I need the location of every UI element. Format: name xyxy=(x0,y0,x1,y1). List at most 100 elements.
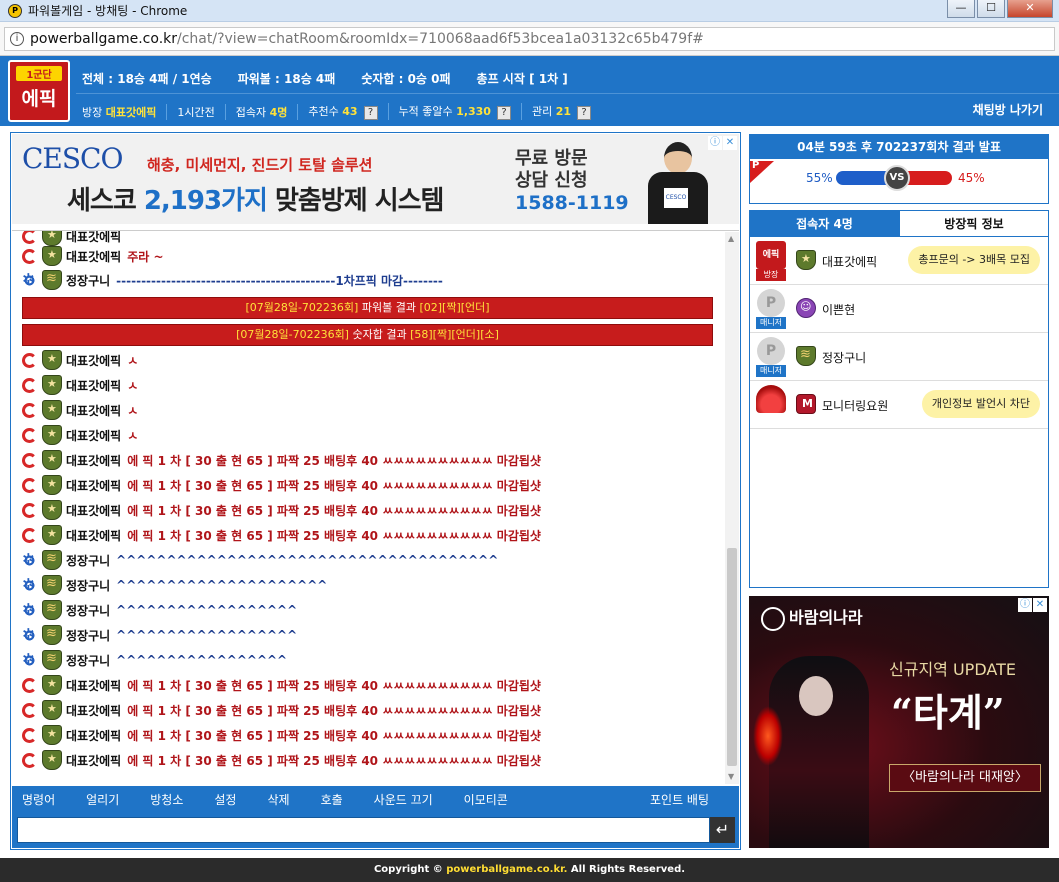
countdown-text: 04분 59초 후 702237회차 결과 발표 xyxy=(750,135,1048,159)
message-nick[interactable]: 대표갓에픽 xyxy=(66,477,121,494)
message-nick[interactable]: 정장구니 xyxy=(66,602,110,619)
user-row[interactable]: 모니터링요원 개인정보 발언시 차단 xyxy=(750,381,1048,429)
chat-message: 정장구니 ^^^^^^^^^^^^^^^^^^^^^ xyxy=(22,574,327,596)
message-nick[interactable]: 대표갓에픽 xyxy=(66,702,121,719)
ad-close-icon[interactable]: ✕ xyxy=(723,136,737,150)
chat-input[interactable] xyxy=(17,817,710,843)
recommend-help-button[interactable]: ? xyxy=(363,106,378,120)
url-field[interactable]: i powerballgame.co.kr /chat/?view=chatRo… xyxy=(4,27,1055,51)
leave-room-button[interactable]: 채팅방 나가기 xyxy=(973,101,1043,118)
point-bet-button[interactable]: 포인트 배팅 xyxy=(650,791,709,808)
message-nick[interactable]: 대표갓에픽 xyxy=(66,527,121,544)
chat-message: 정장구니 -----------------------------------… xyxy=(22,269,443,291)
tab-viewers[interactable]: 접속자 4명 xyxy=(750,211,899,237)
window-titlebar: P 파워볼게임 - 방채팅 - Chrome — ☐ ✕ xyxy=(0,0,1059,22)
chat-message: 대표갓에픽 ㅅ xyxy=(22,374,138,396)
close-window-button[interactable]: ✕ xyxy=(1007,0,1053,18)
ad-close-icon[interactable]: ✕ xyxy=(1033,598,1047,612)
message-nick[interactable]: 대표갓에픽 xyxy=(66,377,121,394)
chat-scroll-thumb[interactable] xyxy=(727,548,737,766)
message-nick[interactable]: 대표갓에픽 xyxy=(66,677,121,694)
message-nick[interactable]: 대표갓에픽 xyxy=(66,727,121,744)
message-nick[interactable]: 대표갓에픽 xyxy=(66,502,121,519)
command-button[interactable]: 명령어 xyxy=(22,791,55,808)
message-text: ㅅ xyxy=(127,378,139,393)
message-nick[interactable]: 대표갓에픽 xyxy=(66,452,121,469)
cesco-banner-ad[interactable]: CESCO 해충, 미세먼지, 진드기 토탈 솔루션 세스코 2,193가지 맞… xyxy=(12,134,739,224)
message-text: 주라 ~ xyxy=(127,249,164,264)
footer-rights: All Rights Reserved. xyxy=(567,864,686,875)
message-text: ----------------------------------------… xyxy=(116,273,443,288)
stat-start: 총프 시작 [ 1차 ] xyxy=(476,72,568,86)
level-icon xyxy=(22,550,37,568)
room-header: 1군단 에픽 전체 : 18승 4패 / 1연승 파워볼 : 18승 4패 숫자… xyxy=(0,56,1059,126)
user-name: 정장구니 xyxy=(822,351,867,365)
result-date: [07월28일-702236회] xyxy=(245,301,359,314)
result-oddeven: [짝] xyxy=(432,328,452,341)
message-nick[interactable]: 대표갓에픽 xyxy=(66,752,121,769)
delete-button[interactable]: 삭제 xyxy=(267,791,289,808)
minimize-button[interactable]: — xyxy=(947,0,975,18)
chat-message: 대표갓에픽 에 픽 1 차 [ 30 출 현 65 ] 파짝 25 배팅후 40 … xyxy=(22,674,541,696)
ad-consult: 무료 방문 상담 신청 xyxy=(515,148,588,192)
site-info-icon[interactable]: i xyxy=(10,32,24,46)
rank-icon xyxy=(42,750,62,770)
maximize-button[interactable]: ☐ xyxy=(977,0,1005,18)
chat-message: 정장구니 ^^^^^^^^^^^^^^^^^^ xyxy=(22,624,297,646)
message-nick[interactable]: 대표갓에픽 xyxy=(66,248,121,265)
message-nick[interactable]: 정장구니 xyxy=(66,652,110,669)
ad-info-icon[interactable]: ⓘ xyxy=(1018,598,1032,612)
ad-big-title: “타계” xyxy=(891,690,1005,735)
header-divider xyxy=(76,93,1059,94)
message-nick[interactable]: 정장구니 xyxy=(66,272,110,289)
message-nick[interactable]: 정장구니 xyxy=(66,577,110,594)
role-badge: 방장 xyxy=(756,269,786,281)
recommend-info: 추천수 43? xyxy=(308,103,389,120)
message-text: 에 픽 1 차 [ 30 출 현 65 ] 파짝 25 배팅후 40 ㅆㅆㅆㅆㅆ… xyxy=(127,528,541,543)
tab-owner-picks[interactable]: 방장픽 정보 xyxy=(899,211,1048,237)
settings-button[interactable]: 설정 xyxy=(214,791,236,808)
address-bar: i powerballgame.co.kr /chat/?view=chatRo… xyxy=(0,22,1059,56)
message-nick[interactable]: 정장구니 xyxy=(66,627,110,644)
message-text: ^^^^^^^^^^^^^^^^^^^^^^^^^^^^^^^^^^^^^^ xyxy=(116,553,499,567)
rank-icon xyxy=(42,425,62,445)
message-text: ^^^^^^^^^^^^^^^^^^ xyxy=(116,628,298,642)
user-row[interactable]: P 매니저 이쁜현 xyxy=(750,285,1048,333)
rank-icon xyxy=(42,400,62,420)
likes-help-button[interactable]: ? xyxy=(496,106,511,120)
logo-line2: 에픽 xyxy=(21,88,57,110)
message-text: 에 픽 1 차 [ 30 출 현 65 ] 파짝 25 배팅후 40 ㅆㅆㅆㅆㅆ… xyxy=(127,728,541,743)
freeze-button[interactable]: 얼리기 xyxy=(86,791,119,808)
clear-room-button[interactable]: 방청소 xyxy=(150,791,183,808)
message-nick[interactable]: 대표갓에픽 xyxy=(66,427,121,444)
message-text: 에 픽 1 차 [ 30 출 현 65 ] 파짝 25 배팅후 40 ㅆㅆㅆㅆㅆ… xyxy=(127,703,541,718)
avatar: P 매니저 xyxy=(756,289,786,329)
game-banner-ad[interactable]: 바람의나라 신규지역 UPDATE “타계” 〈바람의나라 대재앙〉 ⓘ ✕ xyxy=(749,596,1049,848)
send-icon[interactable]: ↵ xyxy=(710,817,735,843)
user-row[interactable]: 에픽 방장 대표갓에픽 총프문의 -> 3배목 모집 xyxy=(750,237,1048,285)
footer-site-link[interactable]: powerballgame.co.kr. xyxy=(446,864,567,875)
message-nick[interactable]: 정장구니 xyxy=(66,552,110,569)
chat-message: 대표갓에픽 ㅅ xyxy=(22,424,138,446)
chat-message: 대표갓에픽 ㅅ xyxy=(22,399,138,421)
powerball-app-icon: P xyxy=(8,3,22,18)
call-button[interactable]: 호출 xyxy=(321,791,343,808)
sound-off-button[interactable]: 사운드 끄기 xyxy=(374,791,433,808)
manage-help-button[interactable]: ? xyxy=(577,106,592,120)
chat-message: 대표갓에픽 에 픽 1 차 [ 30 출 현 65 ] 파짝 25 배팅후 40 … xyxy=(22,449,541,471)
level-icon xyxy=(22,527,37,543)
chat-scrollbar[interactable]: ▲ ▼ xyxy=(725,232,739,784)
message-nick[interactable]: 대표갓에픽 xyxy=(66,231,121,245)
message-text: 에 픽 1 차 [ 30 출 현 65 ] 파짝 25 배팅후 40 ㅆㅆㅆㅆㅆ… xyxy=(127,678,541,693)
message-nick[interactable]: 대표갓에픽 xyxy=(66,402,121,419)
user-status-bubble: 총프문의 -> 3배목 모집 xyxy=(908,246,1040,274)
ad-info-icon[interactable]: ⓘ xyxy=(708,136,722,150)
emoticon-button[interactable]: 이모티콘 xyxy=(464,791,508,808)
level-icon xyxy=(22,402,37,418)
message-nick[interactable]: 대표갓에픽 xyxy=(66,352,121,369)
level-icon xyxy=(22,231,37,244)
result-underover: [언더] xyxy=(460,301,490,314)
user-row[interactable]: P 매니저 정장구니 xyxy=(750,333,1048,381)
room-stats: 전체 : 18승 4패 / 1연승 파워볼 : 18승 4패 숫자합 : 0승 … xyxy=(82,70,594,87)
viewers-label: 접속자 xyxy=(235,105,267,119)
